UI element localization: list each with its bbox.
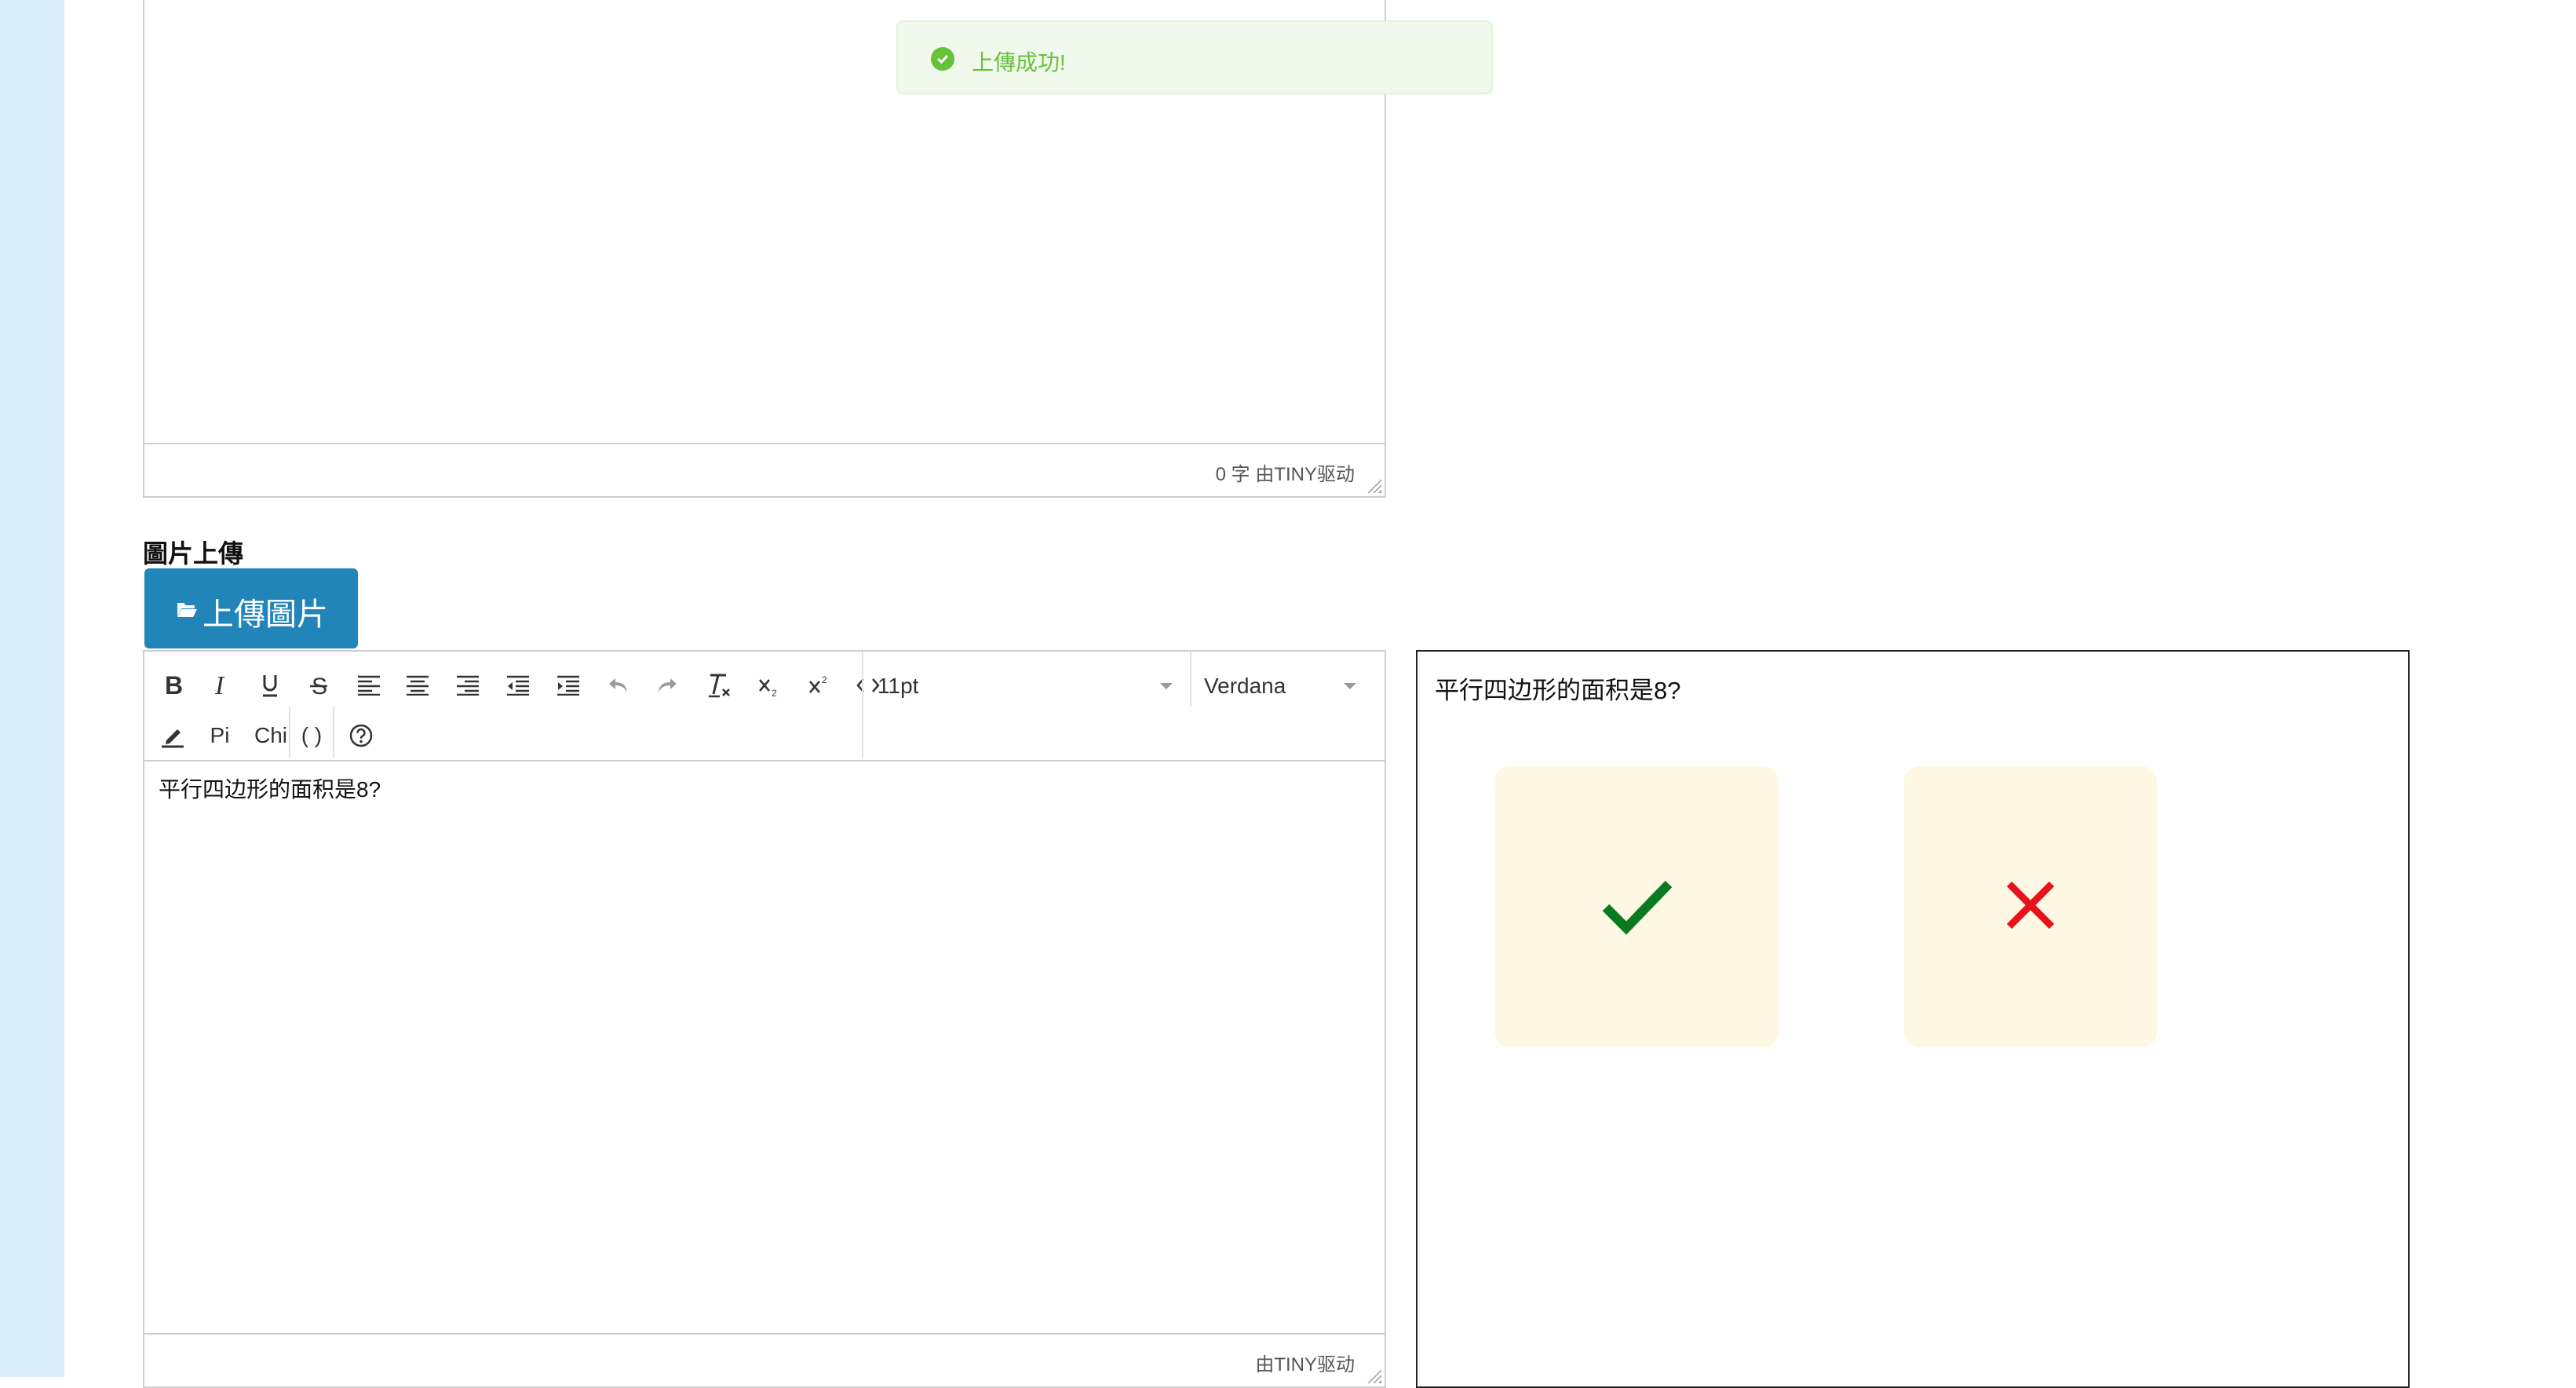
redo-icon (659, 678, 677, 692)
strikethrough-button[interactable]: S (298, 664, 339, 707)
upload-image-button-label: 上傳圖片 (203, 597, 328, 632)
editor-statusbar: 由TINY驱动 (144, 1333, 1385, 1386)
font-size-select[interactable]: 11pt (863, 664, 1185, 707)
folder-open-icon (177, 603, 197, 617)
answer-true-option[interactable] (1494, 766, 1779, 1047)
parentheses-button-label: ( ) (301, 723, 323, 747)
editor-toolbar: B I S 2 2 11pt Verdana Pi Chi () (144, 652, 1385, 762)
undo-button[interactable] (598, 664, 639, 707)
superscript-button[interactable]: 2 (799, 664, 840, 707)
success-check-icon (931, 47, 954, 71)
font-family-select[interactable]: Verdana (1190, 664, 1383, 707)
powered-by-status: 由TINY驱动 (1255, 1354, 1355, 1375)
clear-formatting-button[interactable] (699, 664, 739, 707)
align-left-button[interactable] (348, 664, 389, 707)
font-family-value: Verdana (1204, 674, 1286, 698)
italic-icon: I (214, 674, 225, 697)
toolbar-divider (333, 707, 334, 758)
align-left-icon (358, 675, 380, 696)
bold-button[interactable]: B (152, 664, 193, 707)
indent-icon (557, 675, 579, 696)
toast-message: 上傳成功! (972, 50, 1066, 75)
chi-button-label: Chi (254, 723, 287, 747)
svg-text:I: I (214, 674, 225, 697)
image-upload-label: 圖片上傳 (143, 539, 244, 568)
answer-false-option[interactable] (1904, 766, 2157, 1047)
chevron-down-icon (1344, 683, 1356, 689)
svg-text:2: 2 (822, 674, 827, 685)
underline-button[interactable] (250, 664, 290, 707)
upload-image-button[interactable]: 上傳圖片 (144, 568, 358, 648)
editor-content-area[interactable]: 平行四边形的面积是8? (144, 762, 1385, 1333)
font-size-value: 11pt (878, 674, 919, 698)
editor-statusbar: 0 字 由TINY驱动 (144, 443, 1385, 496)
superscript-icon: 2 (809, 674, 827, 693)
clear-formatting-icon (709, 674, 730, 698)
align-right-button[interactable] (447, 664, 488, 707)
svg-text:2: 2 (772, 688, 777, 697)
pencil-icon (162, 729, 184, 748)
align-center-icon (407, 675, 429, 696)
help-button[interactable] (341, 714, 381, 757)
preview-question-text: 平行四边形的面积是8? (1435, 677, 1681, 704)
subscript-icon: 2 (759, 679, 777, 697)
strikethrough-icon: S (310, 674, 327, 697)
highlight-button[interactable] (152, 714, 193, 757)
word-count-status: 0 字 由TINY驱动 (1215, 464, 1355, 485)
success-toast: 上傳成功! (896, 20, 1493, 94)
outdent-icon (507, 675, 529, 696)
left-sidebar-strip (0, 0, 64, 1377)
subscript-button[interactable]: 2 (749, 664, 790, 707)
underline-icon (263, 675, 277, 697)
resize-handle-icon[interactable] (1367, 479, 1381, 493)
resize-handle-icon[interactable] (1367, 1369, 1381, 1383)
redo-button[interactable] (647, 664, 688, 707)
toolbar-divider (289, 707, 290, 758)
svg-text:B: B (165, 674, 182, 697)
align-right-icon (457, 675, 479, 696)
help-icon (349, 724, 373, 747)
check-icon (1602, 880, 1673, 935)
bold-icon: B (165, 674, 182, 697)
parentheses-button[interactable]: ( ) (292, 714, 331, 757)
cross-icon (2006, 881, 2055, 930)
pi-button-label: Pi (210, 723, 230, 747)
editor-content-text: 平行四边形的面积是8? (159, 777, 381, 802)
italic-button[interactable]: I (201, 664, 242, 707)
question-preview: 平行四边形的面积是8? (1416, 650, 2410, 1388)
pi-button[interactable]: Pi (198, 714, 242, 757)
align-center-button[interactable] (397, 664, 438, 707)
rich-text-editor: B I S 2 2 11pt Verdana Pi Chi () 平行四边形的… (143, 650, 1386, 1388)
indent-button[interactable] (548, 664, 589, 707)
chevron-down-icon (1160, 683, 1173, 689)
undo-icon (609, 678, 627, 692)
outdent-button[interactable] (498, 664, 538, 707)
